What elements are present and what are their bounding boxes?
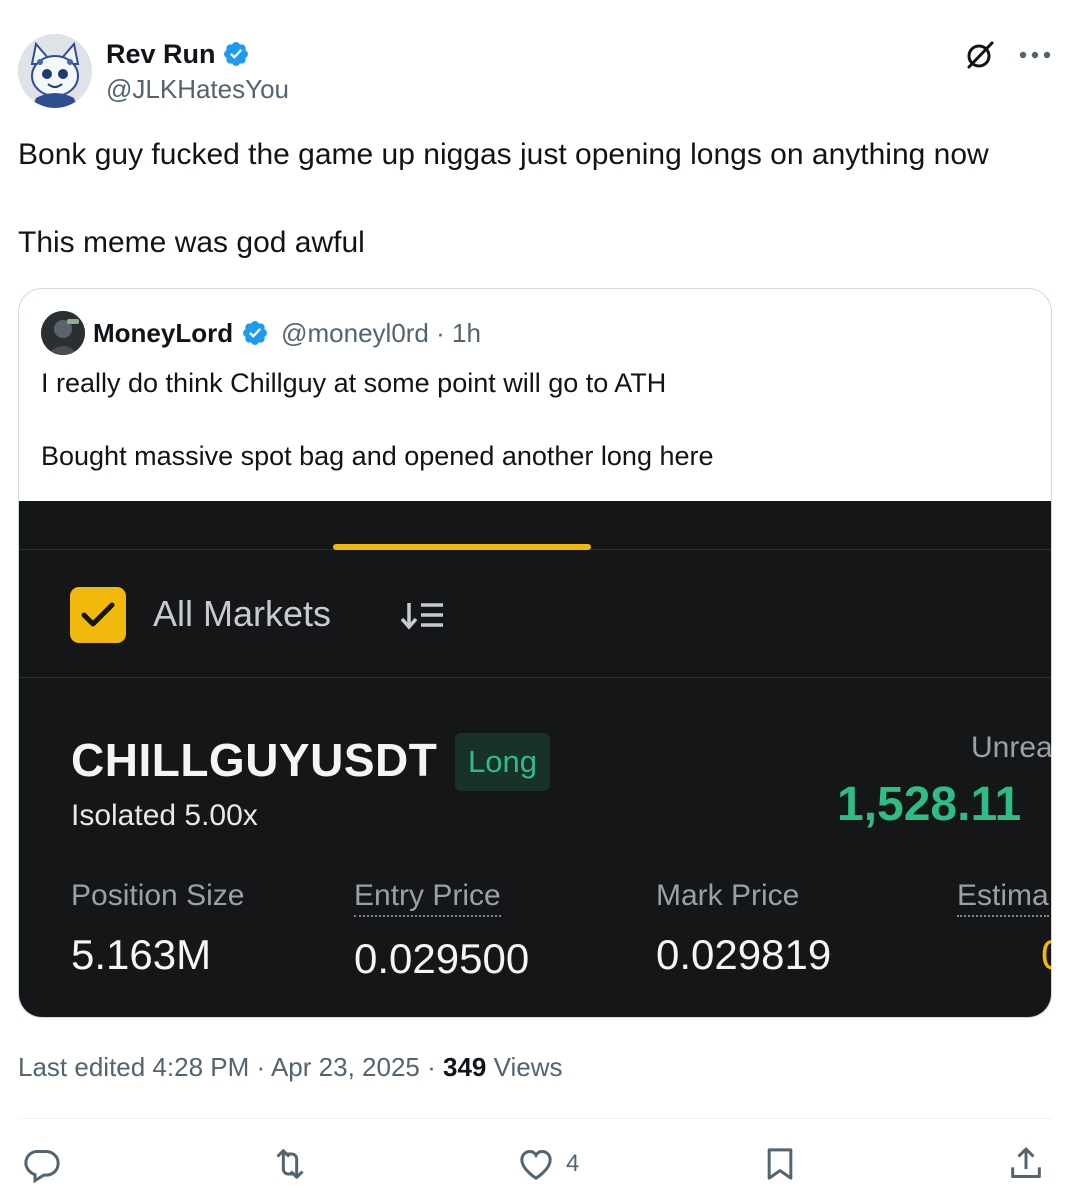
symbol-label: CHILLGUYUSDT	[71, 734, 438, 786]
reply-button[interactable]	[22, 1140, 62, 1188]
author-info: Rev Run @JLKHatesYou	[106, 38, 289, 105]
views-label: Views	[493, 1052, 563, 1082]
share-icon	[1011, 1147, 1041, 1178]
quoted-avatar	[41, 311, 85, 355]
separator: ·	[427, 1052, 436, 1082]
retweet-icon	[276, 1149, 304, 1179]
mark-price-value: 0.029819	[656, 931, 832, 978]
tweet-text: Bonk guy fucked the game up niggas just …	[18, 135, 1058, 263]
quoted-author-handle: @moneyl0rd · 1h	[281, 317, 481, 348]
verified-badge-icon	[222, 40, 250, 68]
divider	[18, 1118, 1052, 1119]
position-size-value: 5.163M	[71, 931, 212, 978]
active-tab-indicator	[333, 544, 591, 550]
views-count: 349	[443, 1052, 487, 1082]
heart-icon	[520, 1149, 552, 1180]
more-options-icon[interactable]	[1018, 38, 1052, 72]
position-size-label: Position Size	[71, 879, 245, 912]
sort-icon	[399, 599, 447, 633]
unrealized-pnl-value: 1,528.11	[837, 778, 1022, 831]
all-markets-label: All Markets	[153, 593, 332, 634]
author-name[interactable]: Rev Run	[106, 39, 216, 70]
section-divider	[19, 677, 1051, 678]
bookmark-button[interactable]	[760, 1140, 800, 1188]
quoted-text-line: I really do think Chillguy at some point…	[41, 368, 667, 398]
margin-mode: Isolated 5.00x	[71, 799, 258, 832]
like-button[interactable]: 4	[516, 1140, 579, 1188]
edited-timestamp[interactable]: Last edited 4:28 PM	[18, 1052, 249, 1082]
post-date[interactable]: Apr 23, 2025	[271, 1052, 420, 1082]
checked-checkbox-icon	[70, 587, 126, 643]
tweet-meta: Last edited 4:28 PM · Apr 23, 2025 · 349…	[18, 1052, 563, 1083]
tweet-header: Rev Run @JLKHatesYou	[18, 34, 1052, 110]
bookmark-icon	[767, 1148, 793, 1180]
unrealized-pnl-label: Unrea	[971, 731, 1052, 764]
quoted-header: MoneyLord @moneyl0rd · 1h	[41, 311, 481, 355]
top-actions	[964, 38, 1052, 72]
estimated-value: 0	[1041, 931, 1051, 979]
verified-badge-icon	[241, 319, 269, 347]
separator: ·	[256, 1052, 266, 1082]
like-count: 4	[566, 1150, 580, 1177]
entry-price-value: 0.029500	[354, 935, 530, 982]
entry-price-label: Entry Price	[354, 879, 501, 917]
grok-icon[interactable]	[964, 39, 996, 71]
author-avatar[interactable]	[18, 34, 92, 108]
quoted-text: I really do think Chillguy at some point…	[41, 365, 714, 474]
tweet-text-line: Bonk guy fucked the game up niggas just …	[18, 138, 989, 171]
action-bar: 4	[18, 1140, 1052, 1188]
side-badge: Long	[455, 733, 550, 791]
mark-price-label: Mark Price	[656, 879, 800, 912]
retweet-button[interactable]	[270, 1140, 310, 1188]
tweet-text-line: This meme was god awful	[18, 226, 365, 259]
trade-screenshot: All Markets CHILLGUYUSDT Long Isolated 5…	[19, 501, 1052, 1017]
share-button[interactable]	[1006, 1140, 1046, 1188]
estimated-label: Estima	[957, 879, 1049, 917]
quoted-tweet[interactable]: MoneyLord @moneyl0rd · 1h I really do th…	[18, 288, 1052, 1018]
reply-icon	[24, 1150, 60, 1184]
quoted-author-name: MoneyLord	[93, 317, 234, 348]
quoted-text-line: Bought massive spot bag and opened anoth…	[41, 441, 714, 471]
author-handle[interactable]: @JLKHatesYou	[106, 74, 289, 105]
